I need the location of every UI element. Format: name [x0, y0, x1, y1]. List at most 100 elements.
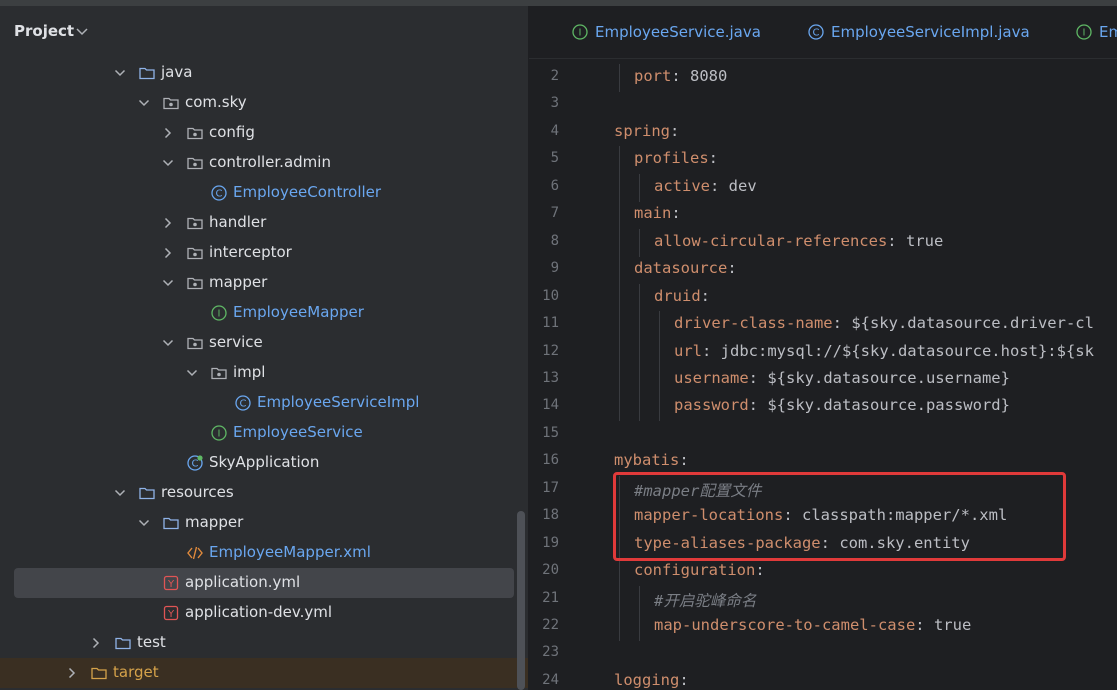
code-line: 13 username: ${sky.datasource.username} — [529, 365, 1117, 394]
folder-icon — [139, 487, 155, 500]
interface-icon: I — [1076, 24, 1092, 40]
code-line: 5 profiles: — [529, 146, 1117, 175]
editor-tab[interactable]: I Em — [1075, 21, 1117, 43]
chevron-right-icon[interactable] — [162, 247, 174, 259]
tree-item[interactable]: config — [0, 118, 528, 148]
code-line: 14 password: ${sky.datasource.password} — [529, 393, 1117, 422]
tree-item[interactable]: java — [0, 58, 528, 88]
code-line: 22 map-underscore-to-camel-case: true — [529, 613, 1117, 641]
chevron-right-icon[interactable] — [162, 127, 174, 139]
project-panel-header: Project — [0, 6, 528, 58]
code-line: 10 druid: — [529, 283, 1117, 312]
tree-item-label: impl — [233, 363, 266, 381]
indent-guide — [639, 283, 640, 312]
chevron-down-icon[interactable] — [162, 337, 174, 349]
code-line: 2 port: 8080 — [529, 64, 1117, 92]
editor-tab[interactable]: C EmployeeServiceImpl.java — [807, 21, 1037, 43]
code-line: 4 spring: — [529, 119, 1117, 146]
folder-icon — [115, 637, 131, 650]
class-icon: C — [211, 185, 227, 201]
indent-guide — [659, 365, 660, 394]
line-number: 15 — [542, 424, 559, 441]
chevron-down-icon[interactable] — [162, 157, 174, 169]
line-number: 17 — [542, 479, 559, 496]
code-text: mybatis: — [614, 451, 689, 470]
indent-guide — [619, 613, 620, 641]
code-line: 7 main: — [529, 201, 1117, 230]
tree-item[interactable]: controller.admin — [0, 148, 528, 178]
code-line: 3 — [529, 91, 1117, 118]
chevron-down-icon[interactable] — [138, 517, 150, 529]
editor-tab-label: Em — [1099, 23, 1117, 41]
tree-item[interactable]: interceptor — [0, 238, 528, 268]
tree-item-label: EmployeeServiceImpl — [257, 393, 420, 411]
line-number: 6 — [550, 177, 559, 194]
tree-item-label: application.yml — [185, 573, 301, 591]
line-number: 21 — [542, 589, 559, 606]
chevron-right-icon[interactable] — [66, 667, 78, 679]
code-line: 6 active: dev — [529, 173, 1117, 202]
chevron-down-icon[interactable] — [138, 97, 150, 109]
tree-item[interactable]: Yapplication.yml — [14, 568, 514, 598]
editor-tab[interactable]: I EmployeeService.java — [571, 21, 801, 43]
code-text: active: dev — [654, 176, 757, 195]
code-text: configuration: — [634, 561, 765, 580]
code-line: 11 driver-class-name: ${sky.datasource.dr… — [529, 311, 1117, 340]
tree-item[interactable]: impl — [0, 358, 528, 388]
code-text: logging: — [614, 670, 689, 689]
indent-guide — [659, 338, 660, 367]
line-number: 13 — [542, 369, 559, 386]
package-icon — [187, 247, 203, 260]
chevron-right-icon[interactable] — [162, 217, 174, 229]
tree-item[interactable]: target — [0, 658, 528, 688]
package-icon — [187, 127, 203, 140]
line-number: 3 — [550, 95, 559, 112]
tree-item-label: test — [137, 633, 166, 651]
code-line: 24 logging: — [529, 668, 1117, 690]
tree-item[interactable]: mapper — [0, 268, 528, 298]
svg-text:C: C — [240, 399, 247, 410]
chevron-down-icon[interactable] — [162, 277, 174, 289]
tree-item-label: EmployeeMapper — [233, 303, 364, 321]
code-text: #开启驼峰命名 — [654, 591, 757, 610]
chevron-down-icon[interactable] — [114, 487, 126, 499]
tree-item-label: mapper — [209, 273, 268, 291]
chevron-down-icon[interactable] — [186, 367, 198, 379]
tree-item[interactable]: resources — [0, 478, 528, 508]
tree-item[interactable]: C EmployeeServiceImpl — [0, 388, 528, 418]
package-icon — [187, 217, 203, 230]
tree-item[interactable]: handler — [0, 208, 528, 238]
tree-item-label: handler — [209, 213, 267, 231]
project-scrollbar-thumb[interactable] — [517, 511, 525, 690]
svg-text:Y: Y — [167, 579, 175, 590]
line-number: 10 — [542, 287, 559, 304]
tree-item[interactable]: Yapplication-dev.yml — [0, 598, 528, 628]
project-panel-title[interactable]: Project — [14, 22, 74, 40]
folder-icon — [139, 67, 155, 80]
tree-item-label: mapper — [185, 513, 244, 531]
tree-item[interactable]: com.sky — [0, 88, 528, 118]
tree-item[interactable]: test — [0, 628, 528, 658]
code-text: spring: — [614, 121, 680, 140]
indent-guide — [639, 365, 640, 394]
yaml-file-icon: Y — [163, 575, 179, 591]
indent-guide — [619, 173, 620, 202]
chevron-right-icon[interactable] — [90, 637, 102, 649]
indent-guide — [619, 201, 620, 230]
tree-item[interactable]: I EmployeeService — [0, 418, 528, 448]
interface-icon: I — [211, 305, 227, 321]
class-icon: C — [235, 395, 251, 411]
editor-tab-bar: I EmployeeService.java C EmployeeServiceImp… — [529, 6, 1117, 59]
chevron-down-icon[interactable] — [76, 28, 88, 36]
tree-item[interactable]: C EmployeeController — [0, 178, 528, 208]
line-number: 11 — [542, 315, 559, 332]
tree-item[interactable]: service — [0, 328, 528, 358]
indent-guide — [619, 146, 620, 175]
tree-item[interactable]: I EmployeeMapper — [0, 298, 528, 328]
tree-item[interactable]: mapper — [0, 508, 528, 538]
chevron-down-icon[interactable] — [114, 67, 126, 79]
tree-item[interactable]: EmployeeMapper.xml — [0, 538, 528, 568]
line-number: 19 — [542, 534, 559, 551]
svg-text:I: I — [579, 28, 582, 39]
tree-item[interactable]: C SkyApplication — [0, 448, 528, 478]
